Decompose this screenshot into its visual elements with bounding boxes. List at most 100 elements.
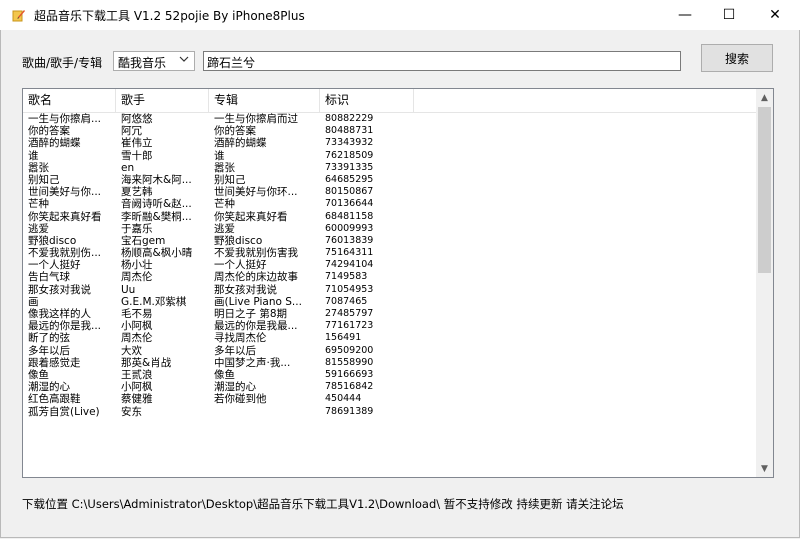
id-cell: 7087465: [325, 295, 368, 307]
song-cell: 像我这样的人: [28, 308, 91, 320]
table-row[interactable]: 孤芳自赏(Live) 安东 78691389: [23, 406, 756, 418]
id-cell: 27485797: [325, 308, 374, 319]
song-cell: 一个人挺好: [28, 259, 81, 272]
artist-cell: 阿冗: [121, 125, 142, 138]
table-row[interactable]: 你笑起来真好看 李昕融&樊桐... 你笑起来真好看 68481158: [23, 211, 756, 223]
table-row[interactable]: 芒种 音阙诗听&赵... 芒种 70136644: [23, 198, 756, 210]
id-cell: 80488731: [325, 125, 374, 137]
table-row[interactable]: 世间美好与你... 夏艺韩 世间美好与你环... 80150867: [23, 186, 756, 198]
artist-cell: 大欢: [121, 344, 142, 357]
scroll-up-arrow-icon[interactable]: ▲: [756, 89, 773, 106]
album-cell: 中国梦之声·我...: [214, 356, 291, 369]
album-cell: 谁: [214, 149, 225, 162]
album-cell: 世间美好与你环...: [214, 186, 298, 199]
table-row[interactable]: 谁 雪十郎 谁 76218509: [23, 150, 756, 162]
song-cell: 告白气球: [28, 271, 70, 284]
song-cell: 嚣张: [28, 161, 49, 174]
table-row[interactable]: 多年以后 大欢 多年以后 69509200: [23, 345, 756, 357]
minimize-icon: —: [678, 7, 692, 23]
close-button[interactable]: ✕: [752, 0, 798, 30]
search-label: 歌曲/歌手/专辑: [22, 56, 103, 70]
id-cell: 156491: [325, 332, 362, 344]
id-cell: 68481158: [325, 210, 374, 222]
table-row[interactable]: 野狼disco 宝石gem 野狼disco 76013839: [23, 235, 756, 247]
column-header-song[interactable]: 歌名: [23, 89, 116, 112]
table-row[interactable]: 画 G.E.M.邓紫棋 画(Live Piano S... 7087465: [23, 296, 756, 308]
id-cell: 80882229: [325, 113, 374, 124]
song-cell: 断了的弦: [28, 332, 70, 345]
id-cell: 71054953: [325, 283, 374, 295]
artist-cell: 杨小壮: [121, 259, 153, 272]
song-cell: 你的答案: [28, 125, 70, 138]
artist-cell: 于嘉乐: [121, 222, 153, 235]
album-cell: 寻找周杰伦: [214, 332, 267, 345]
artist-cell: 海来阿木&阿...: [121, 173, 192, 186]
table-row[interactable]: 最远的你是我... 小阿枫 最远的你是我最... 77161723: [23, 320, 756, 332]
id-cell: 59166693: [325, 368, 374, 380]
table-header: 歌名 歌手 专辑 标识: [23, 89, 756, 113]
column-header-artist[interactable]: 歌手: [116, 89, 209, 112]
status-bar-text: 下载位置 C:\Users\Administrator\Desktop\超品音乐…: [22, 497, 624, 511]
id-cell: 75164311: [325, 247, 374, 259]
song-cell: 跟着感觉走: [28, 356, 81, 369]
artist-cell: 王贰浪: [121, 368, 153, 381]
table-row[interactable]: 那女孩对我说 Uu 那女孩对我说 71054953: [23, 284, 756, 296]
table-row[interactable]: 一个人挺好 杨小壮 一个人挺好 74294104: [23, 259, 756, 271]
artist-cell: 宝石gem: [121, 234, 166, 247]
artist-cell: 雪十郎: [121, 149, 153, 162]
album-cell: 最远的你是我最...: [214, 320, 298, 333]
id-cell: 450444: [325, 393, 362, 405]
song-cell: 一生与你擦肩...: [28, 113, 102, 125]
artist-cell: 小阿枫: [121, 320, 153, 333]
album-cell: 多年以后: [214, 344, 256, 357]
search-input[interactable]: 蹄石兰兮: [203, 51, 681, 71]
album-cell: 一个人挺好: [214, 259, 267, 272]
album-cell: 酒醉的蝴蝶: [214, 137, 267, 150]
results-table[interactable]: 歌名 歌手 专辑 标识 一生与你擦肩... 阿悠悠 一生与你擦肩而过 80882229…: [22, 88, 774, 478]
song-cell: 孤芳自赏(Live): [28, 405, 100, 418]
album-cell: 你笑起来真好看: [214, 210, 288, 223]
table-row[interactable]: 跟着感觉走 那英&肖战 中国梦之声·我... 81558990: [23, 357, 756, 369]
maximize-icon: ☐: [722, 7, 736, 23]
table-row[interactable]: 像我这样的人 毛不易 明日之子 第8期 27485797: [23, 308, 756, 320]
artist-cell: 阿悠悠: [121, 113, 153, 125]
table-row[interactable]: 不爱我就别伤... 杨顺高&枫小晴 不爱我就别伤害我 75164311: [23, 247, 756, 259]
maximize-button[interactable]: ☐: [706, 0, 752, 30]
album-cell: 周杰伦的床边故事: [214, 271, 298, 284]
song-cell: 酒醉的蝴蝶: [28, 137, 81, 150]
id-cell: 73391335: [325, 161, 374, 173]
album-cell: 画(Live Piano S...: [214, 295, 302, 308]
artist-cell: 李昕融&樊桐...: [121, 210, 192, 223]
table-row[interactable]: 潮湿的心 小阿枫 潮湿的心 78516842: [23, 381, 756, 393]
table-row[interactable]: 逃爱 于嘉乐 逃爱 60009993: [23, 223, 756, 235]
id-cell: 64685295: [325, 173, 374, 185]
scrollbar-thumb[interactable]: [758, 107, 771, 273]
minimize-button[interactable]: —: [662, 0, 708, 30]
album-cell: 若你碰到他: [214, 393, 267, 406]
artist-cell: 崔伟立: [121, 137, 153, 150]
scroll-down-arrow-icon[interactable]: ▼: [756, 460, 773, 477]
song-cell: 那女孩对我说: [28, 283, 91, 296]
vertical-scrollbar[interactable]: ▲ ▼: [756, 89, 773, 477]
id-cell: 76013839: [325, 234, 374, 246]
table-rows: 一生与你擦肩... 阿悠悠 一生与你擦肩而过 80882229 你的答案 阿冗 你的答案 80…: [23, 113, 756, 418]
id-cell: 69509200: [325, 344, 374, 356]
id-cell: 60009993: [325, 222, 374, 234]
source-select[interactable]: 酷我音乐: [113, 51, 195, 71]
table-row[interactable]: 你的答案 阿冗 你的答案 80488731: [23, 125, 756, 137]
search-button[interactable]: 搜索: [701, 44, 773, 72]
column-header-album[interactable]: 专辑: [209, 89, 320, 112]
table-row[interactable]: 嚣张 en 嚣张 73391335: [23, 162, 756, 174]
table-row[interactable]: 红色高跟鞋 蔡健雅 若你碰到他 450444: [23, 393, 756, 405]
song-cell: 不爱我就别伤...: [28, 247, 102, 260]
table-row[interactable]: 酒醉的蝴蝶 崔伟立 酒醉的蝴蝶 73343932: [23, 137, 756, 149]
table-row[interactable]: 告白气球 周杰伦 周杰伦的床边故事 7149583: [23, 271, 756, 283]
album-cell: 嚣张: [214, 161, 235, 174]
table-row[interactable]: 像鱼 王贰浪 像鱼 59166693: [23, 369, 756, 381]
song-cell: 像鱼: [28, 368, 49, 381]
table-row[interactable]: 断了的弦 周杰伦 寻找周杰伦 156491: [23, 332, 756, 344]
artist-cell: Uu: [121, 283, 136, 296]
table-row[interactable]: 一生与你擦肩... 阿悠悠 一生与你擦肩而过 80882229: [23, 113, 756, 125]
column-header-id[interactable]: 标识: [320, 89, 414, 112]
table-row[interactable]: 别知己 海来阿木&阿... 别知己 64685295: [23, 174, 756, 186]
